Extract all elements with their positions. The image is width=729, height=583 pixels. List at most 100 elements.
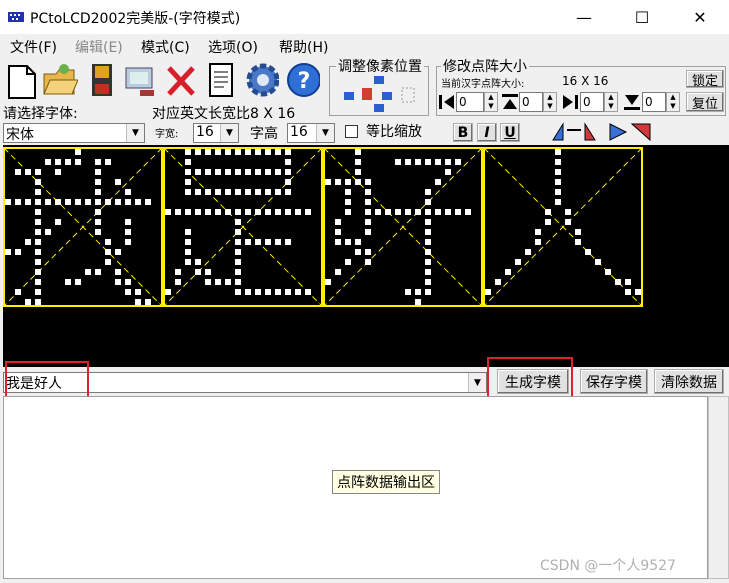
chevron-down-icon[interactable]: ▼ [316, 124, 334, 142]
matrix-dot [615, 279, 621, 285]
bottom-spin-input[interactable]: 0 [642, 92, 666, 112]
matrix-dot [235, 269, 241, 275]
settings-gear-icon[interactable] [243, 60, 279, 100]
proportional-checkbox[interactable] [345, 125, 358, 138]
matrix-dot [225, 149, 231, 155]
matrix-dot [425, 209, 431, 215]
matrix-dot [205, 149, 211, 155]
matrix-dot [365, 199, 371, 205]
matrix-dot [95, 229, 101, 235]
matrix-dot [215, 209, 221, 215]
export-icon[interactable] [120, 60, 156, 100]
help-icon[interactable]: ? [284, 60, 320, 100]
maximize-button[interactable]: ☐ [613, 0, 671, 34]
matrix-dot [115, 279, 121, 285]
watermark: CSDN @一个人9527 [540, 558, 676, 574]
delete-icon[interactable] [163, 60, 199, 100]
matrix-dot [295, 289, 301, 295]
matrix-dot [185, 189, 191, 195]
top-spin-input[interactable]: 0 [519, 92, 543, 112]
matrix-dot [35, 249, 41, 255]
matrix-dot [185, 169, 191, 175]
matrix-dot [65, 159, 71, 165]
document-icon[interactable] [202, 60, 238, 100]
underline-button[interactable]: U [500, 123, 520, 142]
matrix-dot [145, 199, 151, 205]
matrix-dot [195, 189, 201, 195]
output-vertical-scrollbar[interactable] [708, 396, 729, 579]
matrix-dot [345, 239, 351, 245]
matrix-dot [95, 199, 101, 205]
matrix-dot [565, 209, 571, 215]
matrix-dot [265, 169, 271, 175]
top-spin-arrows[interactable]: ▲ ▼ [543, 92, 557, 112]
matrix-dot [235, 189, 241, 195]
clear-data-button[interactable]: 清除数据 [654, 369, 724, 394]
save-disk-icon[interactable] [84, 60, 120, 100]
italic-button[interactable]: I [477, 123, 497, 142]
matrix-dot [445, 209, 451, 215]
matrix-dot [425, 259, 431, 265]
right-spin-arrows[interactable]: ▲ ▼ [604, 92, 618, 112]
matrix-dot [15, 199, 21, 205]
chevron-down-icon[interactable]: ▼ [220, 124, 238, 142]
menu-file[interactable]: 文件(F) [10, 37, 57, 57]
matrix-dot [445, 159, 451, 165]
matrix-dot [25, 239, 31, 245]
matrix-dot [275, 189, 281, 195]
matrix-dot [285, 239, 291, 245]
matrix-dot [95, 219, 101, 225]
matrix-dot [285, 159, 291, 165]
left-spin-arrows[interactable]: ▲ ▼ [484, 92, 498, 112]
matrix-dot [125, 199, 131, 205]
open-folder-icon[interactable] [42, 60, 78, 100]
close-button[interactable]: ✕ [671, 0, 729, 34]
matrix-dot [65, 279, 71, 285]
matrix-dot [515, 259, 521, 265]
reset-button[interactable]: 复位 [686, 92, 724, 112]
matrix-dot [555, 169, 561, 175]
matrix-dot [105, 199, 111, 205]
matrix-dot [95, 269, 101, 275]
menu-edit[interactable]: 编辑(E) [75, 37, 123, 57]
matrix-dot [95, 179, 101, 185]
bottom-spin-arrows[interactable]: ▲ ▼ [666, 92, 680, 112]
left-spin-input[interactable]: 0 [456, 92, 484, 112]
font-name-select[interactable]: 宋体 ▼ [3, 123, 145, 143]
matrix-dot [185, 239, 191, 245]
adjust-pixel-label: 调整像素位置 [336, 56, 424, 76]
chevron-down-icon[interactable]: ▼ [468, 373, 486, 392]
matrix-dot [185, 209, 191, 215]
chevron-down-icon[interactable]: ▼ [126, 124, 144, 142]
matrix-dot [575, 239, 581, 245]
matrix-dot [415, 299, 421, 305]
bottom-edge-icon [623, 93, 641, 111]
lock-button[interactable]: 锁定 [686, 70, 724, 89]
flip-vertical-icon[interactable] [606, 120, 656, 144]
matrix-dot [235, 169, 241, 175]
bold-button[interactable]: B [453, 123, 473, 142]
char-width-select[interactable]: 16 ▼ [193, 123, 239, 143]
menu-mode[interactable]: 模式(C) [141, 37, 190, 57]
matrix-dot [175, 279, 181, 285]
save-font-button[interactable]: 保存字模 [580, 369, 648, 394]
matrix-dot [335, 269, 341, 275]
new-file-icon[interactable] [4, 60, 40, 100]
help-glyph: ? [298, 69, 311, 94]
matrix-dot [255, 189, 261, 195]
matrix-dot [235, 259, 241, 265]
right-spin-input[interactable]: 0 [580, 92, 604, 112]
char-height-select[interactable]: 16 ▼ [287, 123, 335, 143]
menu-options[interactable]: 选项(O) [208, 37, 258, 57]
proportional-label: 等比缩放 [366, 124, 422, 140]
matrix-dot [125, 189, 131, 195]
matrix-dot [185, 249, 191, 255]
minimize-button[interactable]: — [555, 0, 613, 34]
flip-horizontal-icon[interactable] [549, 120, 599, 144]
matrix-dot [205, 209, 211, 215]
menu-help[interactable]: 帮助(H) [279, 37, 328, 57]
matrix-dot [565, 219, 571, 225]
matrix-dot [185, 149, 191, 155]
matrix-dot [555, 149, 561, 155]
matrix-dot [35, 229, 41, 235]
